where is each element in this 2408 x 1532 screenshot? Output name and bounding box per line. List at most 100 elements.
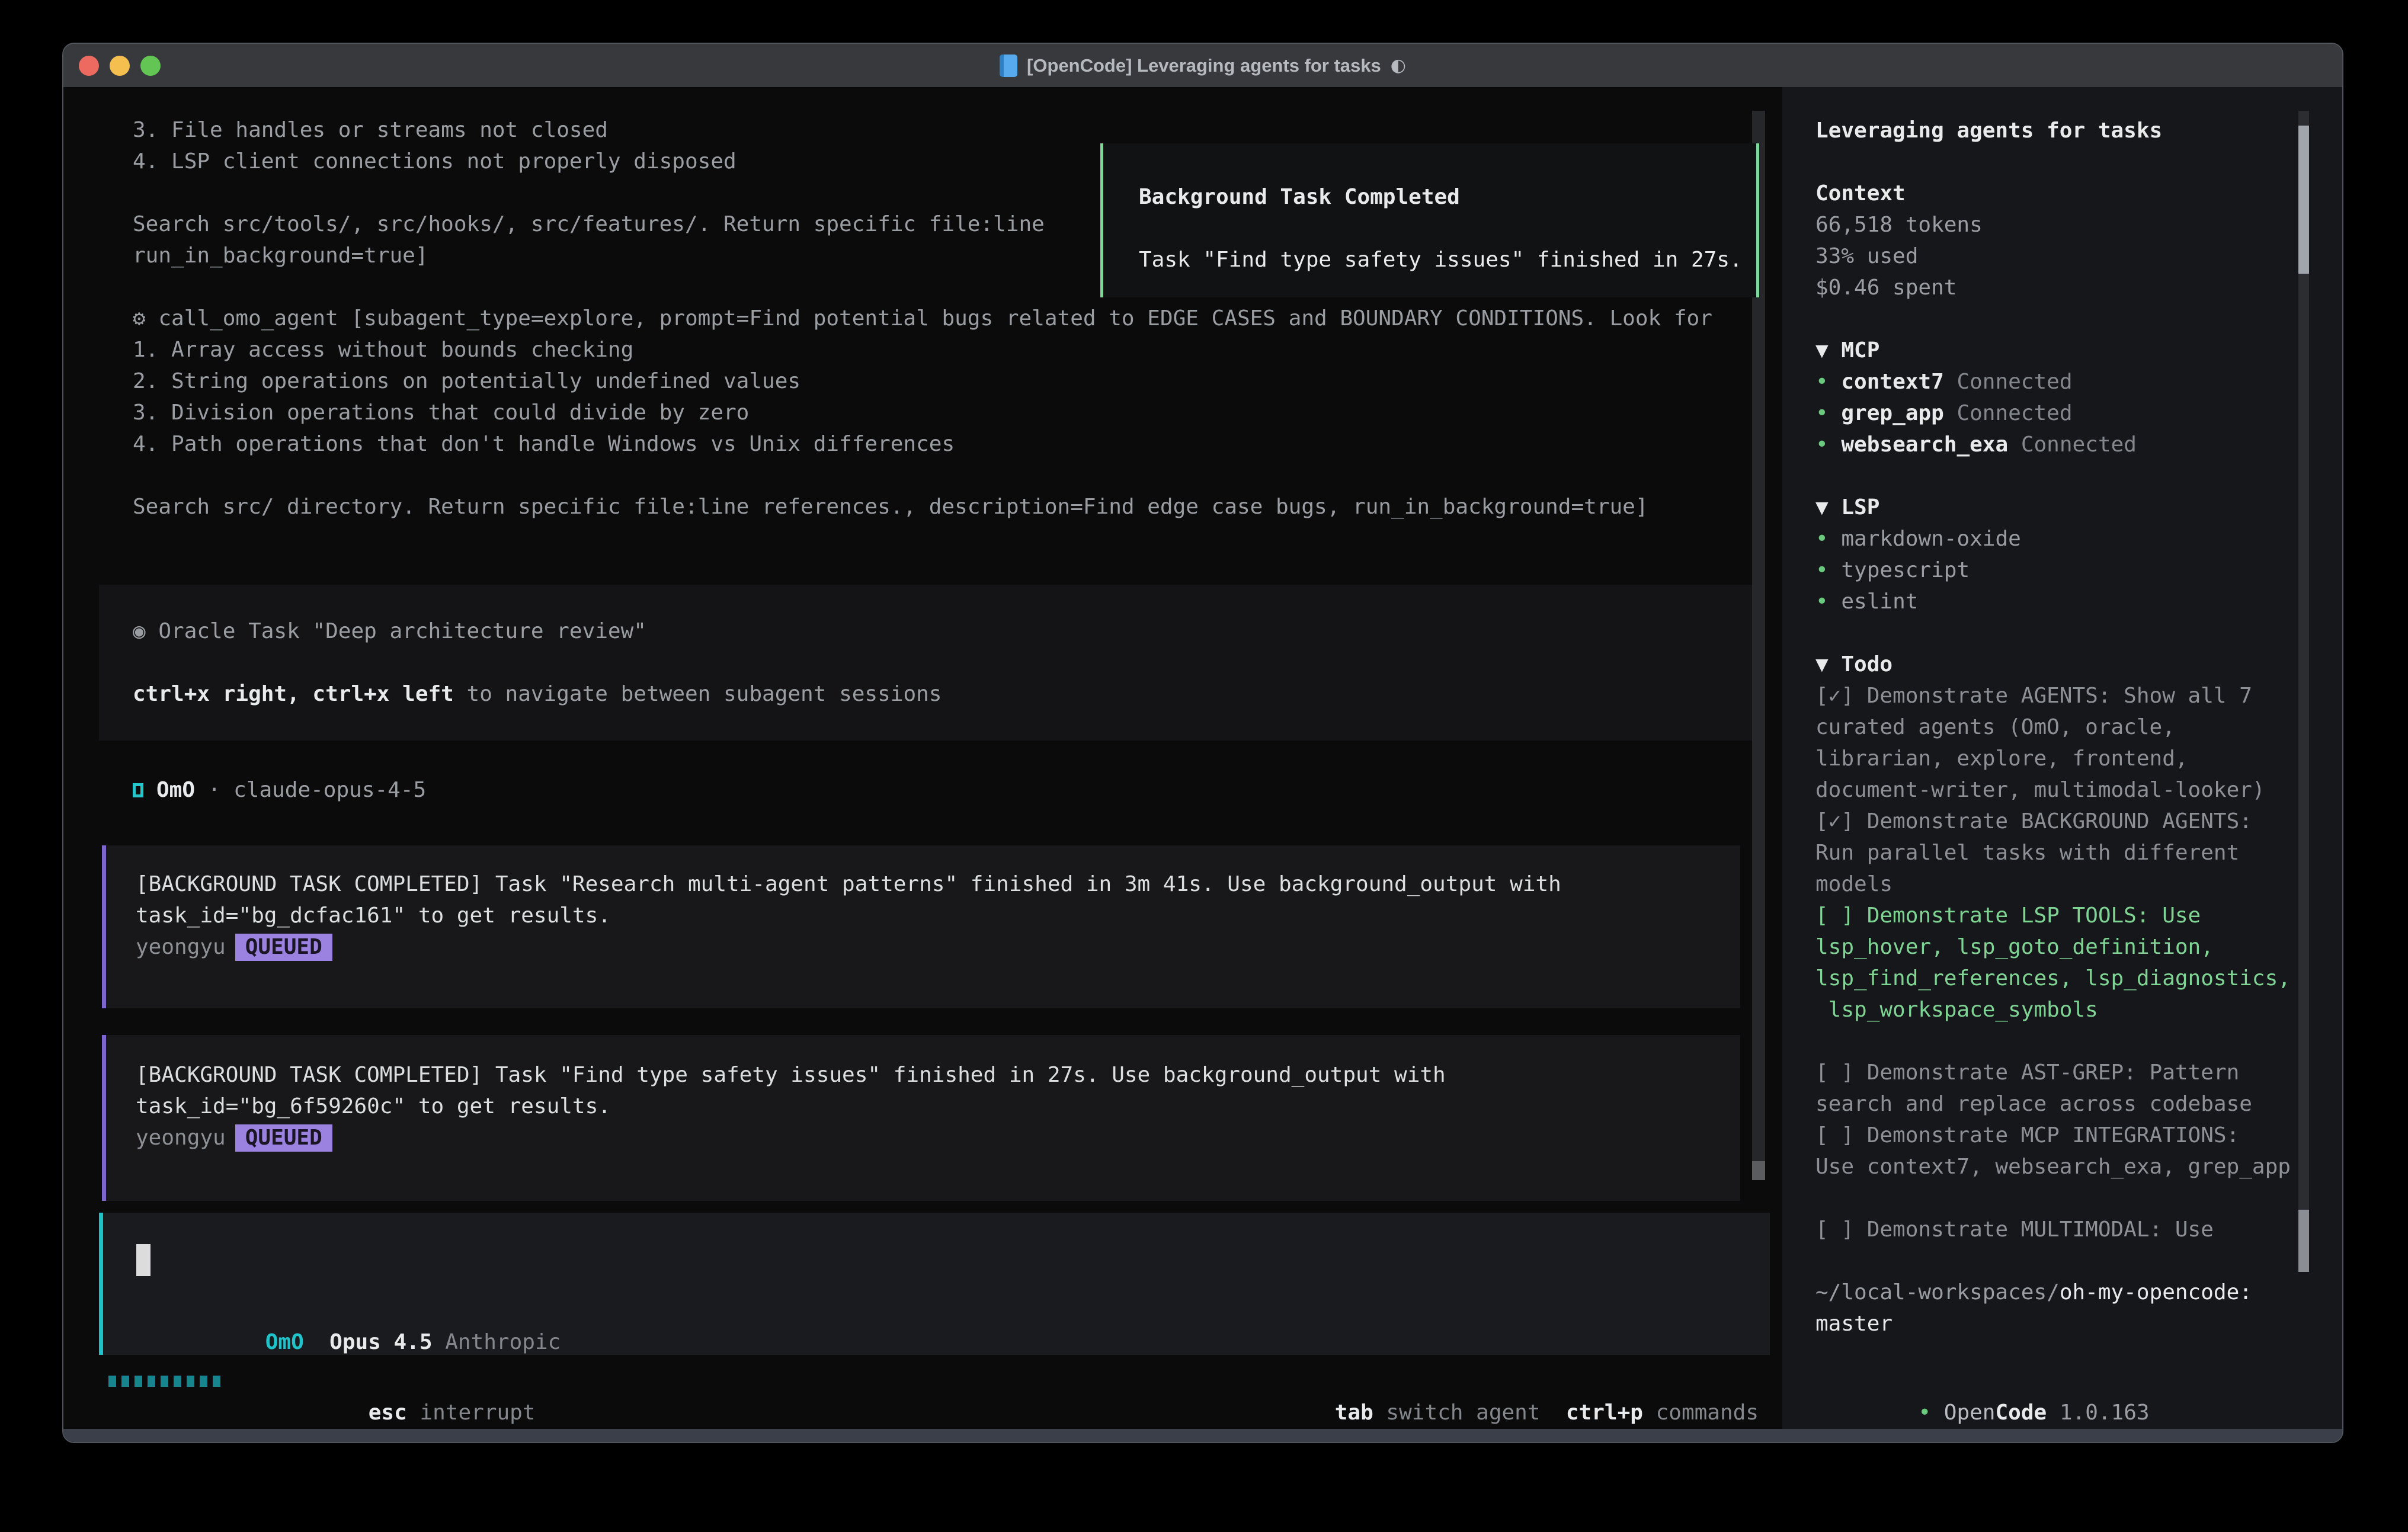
status-dot-icon: •	[1815, 370, 1829, 394]
spacer	[1815, 146, 2291, 178]
spacer	[1815, 1245, 2291, 1277]
window-content: 3. File handles or streams not closed 4.…	[63, 87, 2342, 1431]
chat-line	[133, 460, 1712, 491]
chat-line: 3. File handles or streams not closed	[133, 114, 1712, 146]
message-author: yeongyu	[136, 931, 226, 963]
workspace-path: ~/local-workspaces/oh-my-opencode:	[1815, 1277, 2291, 1308]
todo-item-done: Run parallel tasks with different	[1815, 837, 2291, 868]
background-task-message: [BACKGROUND TASK COMPLETED] Task "Find t…	[102, 1035, 1740, 1201]
separator-dot: ·	[208, 774, 221, 806]
agent-model: claude-opus-4-5	[233, 774, 426, 806]
toast-title: Background Task Completed	[1139, 181, 1756, 213]
active-agent-label: OmO	[265, 1330, 304, 1354]
todo-item-done: [✓] Demonstrate BACKGROUND AGENTS:	[1815, 806, 2291, 837]
chat-pane: 3. File handles or streams not closed 4.…	[63, 87, 1782, 1431]
spacer	[1541, 1400, 1566, 1425]
lsp-item: • eslint	[1815, 586, 2291, 617]
status-dot-icon: •	[1815, 558, 1829, 582]
message-author: yeongyu	[136, 1122, 226, 1153]
activity-dots-icon	[108, 1366, 220, 1397]
todo-item-done: [✓] Demonstrate AGENTS: Show all 7	[1815, 680, 2291, 711]
mcp-section-heading[interactable]: ▼ MCP	[1815, 335, 2291, 366]
session-title: Leveraging agents for tasks	[1815, 115, 2291, 146]
spacer	[1829, 432, 1842, 457]
traffic-lights	[79, 44, 161, 87]
separator-dot	[195, 774, 208, 806]
chat-scrollbar-thumb[interactable]	[1752, 1161, 1765, 1180]
message-line: task_id="bg_6f59260c" to get results.	[136, 1091, 1740, 1122]
sidebar-scrollbar[interactable]	[2298, 111, 2309, 1272]
timer-circle-icon: ◐	[1391, 55, 1406, 76]
todo-item-done: curated agents (OmO, oracle,	[1815, 711, 2291, 743]
todo-item-pending: [ ] Demonstrate MULTIMODAL: Use	[1815, 1214, 2291, 1245]
text-cursor	[136, 1244, 150, 1276]
opencode-window: [OpenCode] Leveraging agents for tasks ◐…	[62, 43, 2343, 1443]
spacer	[1829, 370, 1842, 394]
sidebar: Leveraging agents for tasks Context 66,5…	[1782, 87, 2342, 1431]
lsp-item: • typescript	[1815, 555, 2291, 586]
spacer	[1931, 1400, 1944, 1425]
chat-line: 2. String operations on potentially unde…	[133, 366, 1712, 397]
agent-square-icon	[133, 783, 143, 797]
spacer	[1815, 617, 2291, 649]
mcp-name: context7	[1841, 370, 1943, 394]
agent-session-header: OmO · claude-opus-4-5	[133, 774, 426, 806]
app-version: 1.0.163	[2047, 1400, 2149, 1425]
workspace-repo: oh-my-opencode:	[2060, 1280, 2252, 1305]
mcp-item: • websearch_exa Connected	[1815, 429, 2291, 460]
todo-section-heading[interactable]: ▼ Todo	[1815, 649, 2291, 680]
spacer	[1815, 460, 2291, 492]
close-button[interactable]	[79, 56, 99, 76]
zoom-button[interactable]	[140, 56, 161, 76]
window-title: [OpenCode] Leveraging agents for tasks ◐	[1000, 55, 1406, 77]
oracle-task-title: ◉ Oracle Task "Deep architecture review"	[133, 616, 1758, 647]
mcp-item: • grep_app Connected	[1815, 398, 2291, 429]
window-titlebar[interactable]: [OpenCode] Leveraging agents for tasks ◐	[63, 44, 2342, 87]
mcp-status: Connected	[2008, 432, 2137, 457]
model-label: Opus 4.5	[329, 1330, 432, 1354]
todo-item-pending: Use context7, websearch_exa, grep_app	[1815, 1151, 2291, 1182]
minimize-button[interactable]	[110, 56, 130, 76]
todo-item-pending: search and replace across codebase	[1815, 1088, 2291, 1120]
spacer	[1829, 558, 1842, 582]
lsp-section-heading[interactable]: ▼ LSP	[1815, 492, 2291, 523]
context-used: 33% used	[1815, 241, 2291, 272]
spacer	[304, 1330, 329, 1354]
spacer	[1815, 303, 2291, 335]
status-dot-icon: •	[1815, 401, 1829, 425]
commands-label: commands	[1643, 1400, 1759, 1425]
app-name-code: Code	[1995, 1400, 2047, 1425]
workspace-path-prefix: ~/local-workspaces/	[1815, 1280, 2060, 1305]
oracle-task-panel: ◉ Oracle Task "Deep architecture review"…	[99, 585, 1758, 741]
status-dot-icon: •	[1815, 432, 1829, 457]
todo-item-active: lsp_workspace_symbols	[1815, 994, 2291, 1025]
context-spent: $0.46 spent	[1815, 272, 2291, 303]
sidebar-scrollbar-thumb[interactable]	[2298, 126, 2309, 274]
message-line: task_id="bg_dcfac161" to get results.	[136, 900, 1740, 931]
sidebar-content: Leveraging agents for tasks Context 66,5…	[1815, 115, 2291, 1339]
hint-text: to navigate between subagent sessions	[454, 682, 942, 706]
spacer	[1829, 589, 1842, 614]
todo-item-pending: [ ] Demonstrate MCP INTEGRATIONS:	[1815, 1120, 2291, 1151]
tab-key-label: tab	[1335, 1400, 1373, 1425]
mcp-name: grep_app	[1841, 401, 1943, 425]
lsp-name: typescript	[1841, 558, 1970, 582]
message-line: [BACKGROUND TASK COMPLETED] Task "Resear…	[136, 868, 1740, 900]
sidebar-scrollbar-thumb-lower[interactable]	[2298, 1210, 2309, 1272]
context-tokens: 66,518 tokens	[1815, 209, 2291, 241]
spacer	[1815, 1025, 2291, 1057]
prompt-input[interactable]: OmO Opus 4.5 Anthropic	[99, 1213, 1770, 1355]
context-heading: Context	[1815, 178, 2291, 209]
ctrlp-key-label: ctrl+p	[1566, 1400, 1643, 1425]
status-badge: QUEUED	[235, 1124, 332, 1152]
oracle-task-hint: ctrl+x right, ctrl+x left to navigate be…	[133, 678, 1758, 710]
interrupt-label: interrupt	[407, 1400, 536, 1425]
chat-line: Search src/ directory. Return specific f…	[133, 491, 1712, 523]
lsp-name: markdown-oxide	[1841, 527, 2020, 551]
status-bar: esc interrupt tab switch agent ctrl+p co…	[63, 1366, 1782, 1397]
status-dot-icon: •	[1815, 527, 1829, 551]
provider-label: Anthropic	[445, 1330, 561, 1354]
version-row: • OpenCode 1.0.163	[1815, 1366, 2150, 1397]
todo-item-done: document-writer, multimodal-looker)	[1815, 774, 2291, 806]
mcp-status: Connected	[1944, 370, 2073, 394]
